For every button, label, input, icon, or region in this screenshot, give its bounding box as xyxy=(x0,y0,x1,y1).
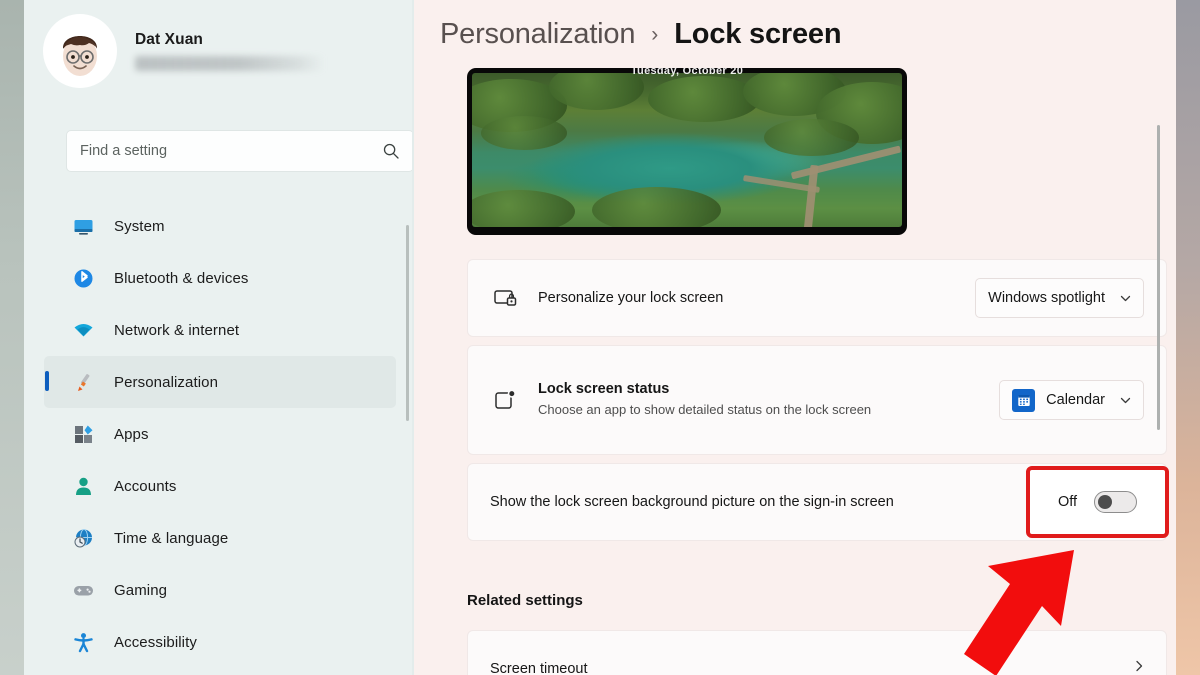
setting-title: Show the lock screen background picture … xyxy=(490,493,894,510)
clock-globe-icon xyxy=(72,527,94,549)
sidebar-item-label: Time & language xyxy=(114,529,229,547)
search-icon xyxy=(382,142,400,160)
setting-title: Personalize your lock screen xyxy=(538,290,724,306)
related-settings-heading: Related settings xyxy=(467,592,583,609)
sidebar-item-label: Bluetooth & devices xyxy=(114,269,249,287)
setting-row-lock-screen-status[interactable]: Lock screen status Choose an app to show… xyxy=(467,345,1167,455)
personalize-dropdown[interactable]: Windows spotlight xyxy=(975,278,1144,318)
preview-image xyxy=(472,73,902,227)
account-header[interactable]: Dat Xuan xyxy=(43,14,325,88)
avatar xyxy=(43,14,117,88)
sidebar-item-system[interactable]: System xyxy=(44,200,396,252)
paintbrush-icon xyxy=(72,371,94,393)
apps-icon xyxy=(72,423,94,445)
bluetooth-icon xyxy=(72,267,94,289)
status-badge-icon xyxy=(490,385,520,415)
account-email-redacted xyxy=(135,56,325,71)
dropdown-value: Windows spotlight xyxy=(988,290,1105,306)
toggle-highlight-box: Off xyxy=(1026,466,1169,538)
sidebar-item-apps[interactable]: Apps xyxy=(44,408,396,460)
main-content: Personalization › Lock screen Tuesday, O… xyxy=(414,0,1176,675)
setting-title: Screen timeout xyxy=(490,661,588,675)
setting-title: Lock screen status xyxy=(538,381,670,398)
settings-window: Dat Xuan Find a setting System Bluetooth… xyxy=(24,0,1176,675)
sidebar-item-label: Personalization xyxy=(114,373,219,391)
preview-date-text: Tuesday, October 20 xyxy=(630,68,744,77)
chevron-down-icon xyxy=(1119,394,1132,407)
search-input-placeholder: Find a setting xyxy=(80,143,168,159)
desktop-background-left xyxy=(0,0,24,675)
setting-row-screen-timeout[interactable]: Screen timeout xyxy=(467,630,1167,675)
accessibility-icon xyxy=(72,631,94,653)
sidebar-item-label: Accessibility xyxy=(114,633,197,651)
lock-screen-preview: Tuesday, October 20 xyxy=(467,68,907,235)
chevron-right-icon xyxy=(1132,659,1146,675)
lock-screen-status-dropdown[interactable]: Calendar xyxy=(999,380,1144,420)
breadcrumb-separator: › xyxy=(651,23,659,46)
screen-lock-icon xyxy=(490,283,520,313)
sidebar-item-accounts[interactable]: Accounts xyxy=(44,460,396,512)
chevron-down-icon xyxy=(1119,292,1132,305)
toggle-knob xyxy=(1098,495,1113,509)
gamepad-icon xyxy=(72,579,94,601)
selection-indicator xyxy=(45,371,49,391)
setting-subtitle: Choose an app to show detailed status on… xyxy=(538,402,872,418)
person-icon xyxy=(72,475,94,497)
account-name: Dat Xuan xyxy=(135,31,203,48)
sidebar-item-time-language[interactable]: Time & language xyxy=(44,512,396,564)
wifi-icon xyxy=(72,319,94,341)
sidebar-item-bluetooth-devices[interactable]: Bluetooth & devices xyxy=(44,252,396,304)
setting-row-personalize-lock-screen[interactable]: Personalize your lock screen Windows spo… xyxy=(467,259,1167,337)
sidebar-item-network-internet[interactable]: Network & internet xyxy=(44,304,396,356)
desktop-background-right xyxy=(1176,0,1200,675)
sidebar-item-label: System xyxy=(114,217,165,235)
breadcrumb: Personalization › Lock screen xyxy=(440,18,842,51)
search-input[interactable]: Find a setting xyxy=(66,130,414,172)
show-background-toggle[interactable] xyxy=(1094,491,1138,513)
sidebar-scrollbar[interactable] xyxy=(406,225,409,421)
sidebar-item-label: Gaming xyxy=(114,581,168,599)
calendar-icon xyxy=(1012,388,1036,412)
page-title: Lock screen xyxy=(674,18,842,50)
sidebar-item-gaming[interactable]: Gaming xyxy=(44,564,396,616)
sidebar-item-personalization[interactable]: Personalization xyxy=(44,356,396,408)
breadcrumb-parent-link[interactable]: Personalization xyxy=(440,18,635,51)
sidebar-item-label: Accounts xyxy=(114,477,177,495)
sidebar-nav: System Bluetooth & devices Network & int… xyxy=(44,200,396,668)
dropdown-value: Calendar xyxy=(1046,392,1105,408)
monitor-icon xyxy=(72,215,94,237)
toggle-state-label: Off xyxy=(1057,494,1078,510)
sidebar-item-label: Apps xyxy=(114,425,149,443)
sidebar-item-accessibility[interactable]: Accessibility xyxy=(44,616,396,668)
account-text: Dat Xuan xyxy=(135,31,325,71)
sidebar: Dat Xuan Find a setting System Bluetooth… xyxy=(24,0,414,675)
sidebar-item-label: Network & internet xyxy=(114,321,240,339)
main-scrollbar[interactable] xyxy=(1157,125,1160,430)
